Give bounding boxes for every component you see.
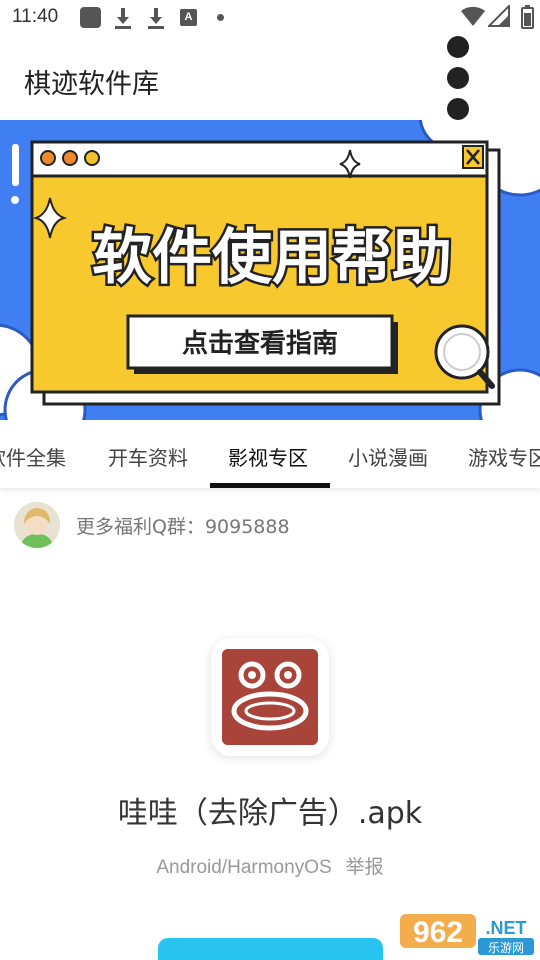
site-watermark: 962 .NET 乐游网 — [398, 910, 538, 958]
download-button[interactable] — [158, 938, 383, 960]
a-text-icon: A — [180, 9, 197, 26]
tab-games[interactable]: 游戏专区 — [468, 442, 540, 471]
app-meta: Android/HarmonyOS 举报 — [0, 852, 540, 879]
banner-illustration: 软件使用帮助 点击查看指南 — [0, 120, 540, 420]
group-info-row[interactable]: 更多福利Q群：9095888 — [0, 496, 540, 552]
app-icon-frame — [211, 638, 329, 756]
tab-novels-comics[interactable]: 小说漫画 — [348, 442, 428, 471]
dot-icon — [217, 14, 224, 21]
report-link[interactable]: 举报 — [346, 856, 384, 878]
banner-headline: 软件使用帮助 — [92, 223, 452, 293]
menu-dot — [447, 98, 469, 120]
group-info-text: 更多福利Q群：9095888 — [76, 516, 290, 538]
tab-indicator — [210, 483, 330, 488]
app-title: 棋迹软件库 — [24, 69, 159, 100]
tab-software-collection[interactable]: 软件全集 — [0, 442, 66, 471]
help-banner[interactable]: 软件使用帮助 点击查看指南 — [0, 120, 540, 420]
battery-icon — [521, 5, 534, 29]
app-icon — [222, 649, 318, 745]
signal-icon — [488, 5, 510, 27]
download-icon — [115, 8, 131, 29]
status-time: 11:40 — [12, 6, 59, 27]
wifi-icon — [461, 6, 485, 26]
avatar — [14, 502, 60, 548]
overflow-menu-icon[interactable] — [438, 36, 478, 120]
watermark-suffix: .NET — [485, 918, 526, 938]
app-platform: Android/HarmonyOS — [156, 857, 332, 878]
app-bar: 棋迹软件库 — [0, 36, 540, 120]
status-bar: 11:40 A — [0, 0, 540, 36]
app-name: 哇哇（去除广告）.apk — [117, 796, 423, 831]
category-tabs: 软件全集 开车资料 影视专区 小说漫画 游戏专区 — [0, 420, 540, 488]
menu-dot — [447, 36, 469, 58]
menu-dot — [447, 67, 469, 89]
tab-movies[interactable]: 影视专区 — [228, 442, 308, 471]
tab-driving-materials[interactable]: 开车资料 — [108, 442, 188, 471]
watermark-subtitle: 乐游网 — [488, 941, 524, 955]
watermark-brand: 962 — [413, 916, 463, 949]
download-icon — [148, 8, 164, 29]
banner-guide-button: 点击查看指南 — [182, 328, 338, 359]
app-notification-icon — [80, 7, 101, 28]
